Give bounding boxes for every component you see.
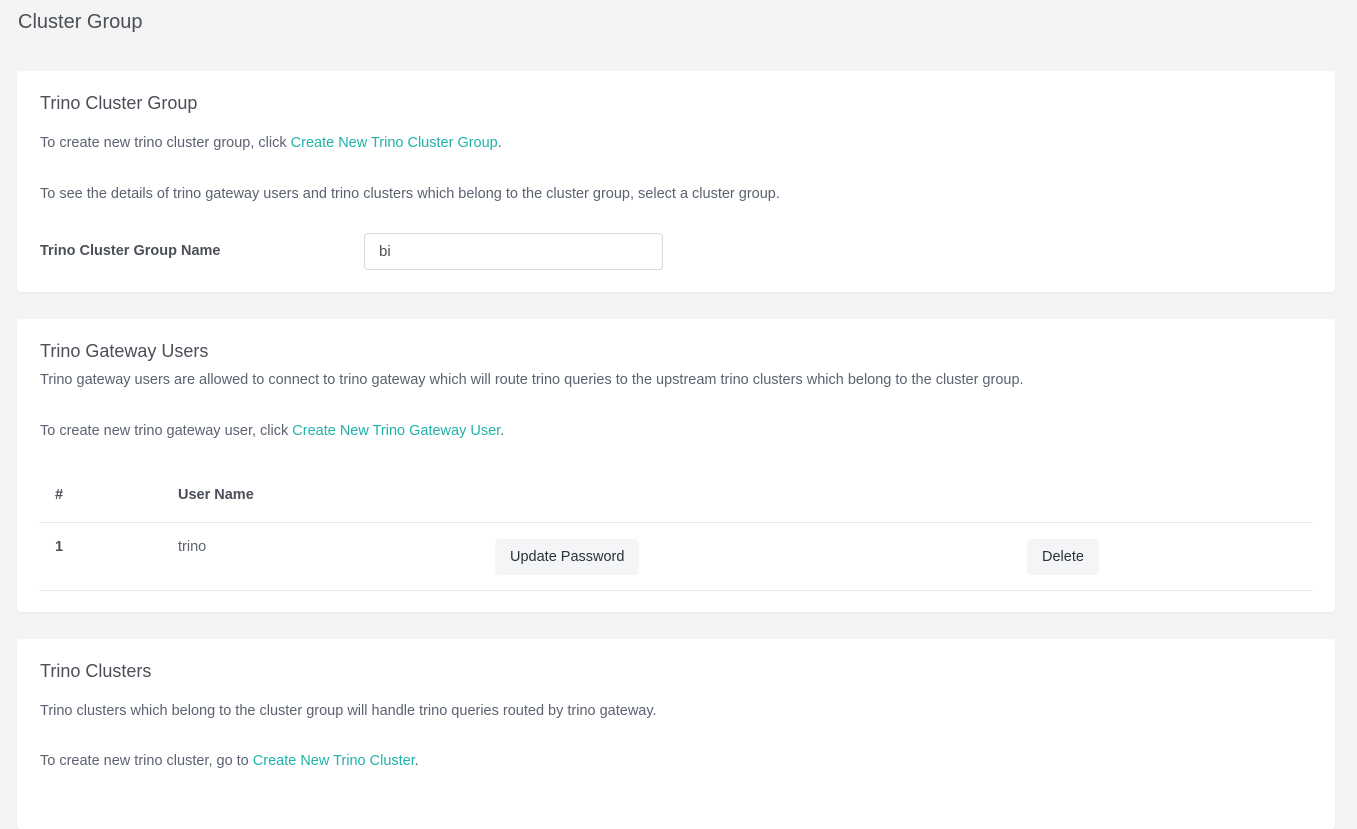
create-cluster-group-suffix: . xyxy=(497,135,502,151)
delete-button[interactable]: Delete xyxy=(1027,539,1099,575)
create-cluster-link[interactable]: Create New Trino Cluster xyxy=(253,753,415,769)
create-gateway-user-prefix: To create new trino gateway user, click xyxy=(40,423,293,439)
row-user-name: trino xyxy=(178,539,207,555)
cluster-group-name-input[interactable] xyxy=(364,233,663,270)
cluster-group-card-title: Trino Cluster Group xyxy=(40,93,198,113)
create-cluster-suffix: . xyxy=(414,753,419,769)
page-title: Cluster Group xyxy=(18,11,143,33)
gateway-users-card: Trino Gateway Users Trino gateway users … xyxy=(17,319,1335,612)
table-row: 1 trino Update Password Delete xyxy=(39,523,1313,591)
create-cluster-text: To create new trino cluster, go to Creat… xyxy=(40,753,419,769)
create-cluster-group-text: To create new trino cluster group, click… xyxy=(40,135,502,151)
clusters-card-title: Trino Clusters xyxy=(40,661,152,681)
row-index: 1 xyxy=(55,539,64,555)
users-table-header: # User Name xyxy=(39,479,1313,523)
update-password-button[interactable]: Update Password xyxy=(495,539,640,575)
clusters-card: Trino Clusters Trino clusters which belo… xyxy=(17,639,1335,829)
column-header-user-name: User Name xyxy=(178,487,254,503)
cluster-group-details-text: To see the details of trino gateway user… xyxy=(40,186,780,202)
create-cluster-group-link[interactable]: Create New Trino Cluster Group xyxy=(291,135,498,151)
cluster-group-name-label: Trino Cluster Group Name xyxy=(40,243,221,259)
create-gateway-user-link[interactable]: Create New Trino Gateway User xyxy=(292,423,500,439)
cluster-group-card: Trino Cluster Group To create new trino … xyxy=(17,71,1335,292)
clusters-description: Trino clusters which belong to the clust… xyxy=(40,703,657,719)
create-gateway-user-text: To create new trino gateway user, click … xyxy=(40,423,504,439)
create-cluster-group-prefix: To create new trino cluster group, click xyxy=(40,135,291,151)
create-gateway-user-suffix: . xyxy=(500,423,505,439)
gateway-users-card-title: Trino Gateway Users xyxy=(40,341,209,361)
gateway-users-description: Trino gateway users are allowed to conne… xyxy=(40,372,1024,388)
column-header-index: # xyxy=(55,487,64,503)
create-cluster-prefix: To create new trino cluster, go to xyxy=(40,753,253,769)
